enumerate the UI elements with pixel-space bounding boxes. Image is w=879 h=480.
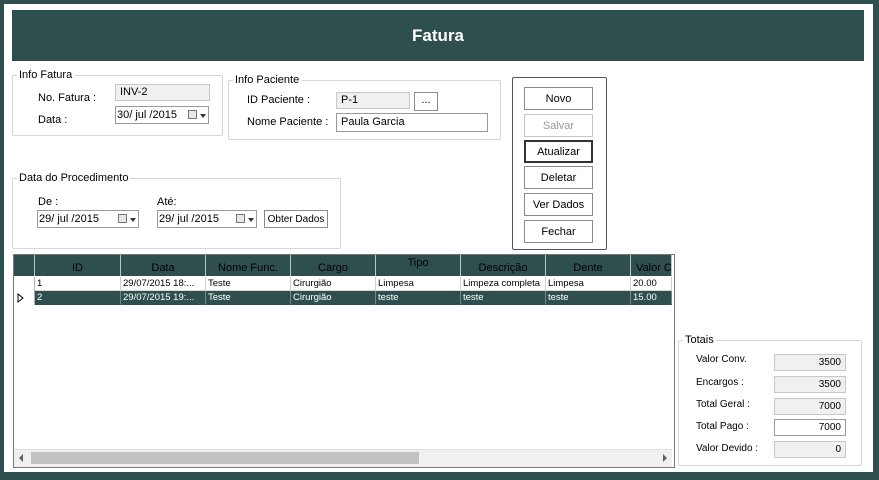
cell-valor: 20.00: [631, 277, 672, 291]
data-datepicker[interactable]: 30/ jul /2015: [115, 106, 209, 124]
row-header[interactable]: [14, 291, 35, 305]
nome-paciente-label: Nome Paciente :: [247, 116, 329, 128]
column-header[interactable]: Cargo: [291, 255, 376, 276]
cell-id: 2: [35, 291, 121, 305]
cell-id: 1: [35, 277, 121, 291]
table-row[interactable]: 1 29/07/2015 18:... Teste Cirurgião Limp…: [14, 277, 672, 291]
novo-button[interactable]: Novo: [524, 87, 593, 110]
column-header[interactable]: ID: [35, 255, 121, 276]
cell-tipo: Limpesa: [376, 277, 461, 291]
ate-value: 29/ jul /2015: [159, 213, 219, 225]
de-value: 29/ jul /2015: [39, 213, 99, 225]
cell-valor: 15.00: [631, 291, 672, 305]
deletar-button[interactable]: Deletar: [524, 166, 593, 189]
de-datepicker[interactable]: 29/ jul /2015: [37, 210, 139, 228]
id-paciente-field[interactable]: P-1: [336, 92, 410, 109]
cell-cargo: Cirurgião: [291, 291, 376, 305]
scroll-left-icon[interactable]: [19, 454, 23, 462]
ate-label: Até:: [157, 196, 177, 208]
cell-nome-func: Teste: [206, 277, 291, 291]
row-header[interactable]: [14, 277, 35, 291]
column-header[interactable]: Nome Func.: [206, 255, 291, 276]
cell-dente: Limpesa: [546, 277, 631, 291]
calendar-icon[interactable]: [188, 110, 197, 119]
column-header[interactable]: Valor C: [631, 255, 672, 276]
procedures-grid[interactable]: ID Data Nome Func. Cargo Tipo Descrição …: [13, 254, 675, 468]
valor-conv-label: Valor Conv.: [696, 354, 747, 365]
de-label: De :: [38, 196, 59, 208]
data-label: Data :: [38, 114, 68, 126]
total-geral-label: Total Geral :: [696, 399, 750, 410]
total-geral-field[interactable]: 7000: [774, 398, 846, 415]
procedimento-legend: Data do Procedimento: [19, 172, 129, 184]
fatura-window: Fatura Info Fatura No. Fatura : INV-2 Da…: [4, 4, 873, 472]
cell-data: 29/07/2015 18:...: [121, 277, 206, 291]
id-paciente-label: ID Paciente :: [247, 94, 310, 106]
calendar-icon[interactable]: [118, 214, 127, 223]
ver-dados-button[interactable]: Ver Dados: [524, 193, 593, 216]
title-banner: Fatura: [12, 10, 864, 61]
chevron-down-icon[interactable]: [130, 218, 136, 222]
data-value: 30/ jul /2015: [117, 109, 177, 121]
salvar-button[interactable]: Salvar: [524, 114, 593, 137]
column-header[interactable]: Dente: [546, 255, 631, 276]
fechar-button[interactable]: Fechar: [524, 220, 593, 243]
cell-dente: teste: [546, 291, 631, 305]
valor-conv-field[interactable]: 3500: [774, 354, 846, 371]
column-header[interactable]: Descrição: [461, 255, 546, 276]
scrollbar-thumb[interactable]: [31, 452, 419, 464]
encargos-field[interactable]: 3500: [774, 376, 846, 393]
cell-data: 29/07/2015 19:...: [121, 291, 206, 305]
valor-devido-field[interactable]: 0: [774, 441, 846, 458]
obter-dados-button[interactable]: Obter Dados: [264, 210, 328, 228]
total-pago-field[interactable]: 7000: [774, 419, 846, 436]
info-fatura-legend: Info Fatura: [19, 69, 73, 81]
atualizar-button[interactable]: Atualizar: [524, 140, 593, 163]
cell-descricao: teste: [461, 291, 546, 305]
cell-descricao: Limpeza completa: [461, 277, 546, 291]
cell-cargo: Cirurgião: [291, 277, 376, 291]
grid-corner: [14, 255, 35, 276]
chevron-down-icon[interactable]: [200, 114, 206, 118]
totais-legend: Totais: [685, 334, 714, 346]
chevron-down-icon[interactable]: [248, 218, 254, 222]
valor-devido-label: Valor Devido :: [696, 443, 759, 454]
ate-datepicker[interactable]: 29/ jul /2015: [157, 210, 257, 228]
table-row-selected[interactable]: 2 29/07/2015 19:... Teste Cirurgião test…: [14, 291, 672, 305]
browse-paciente-button[interactable]: ...: [414, 92, 438, 111]
cell-nome-func: Teste: [206, 291, 291, 305]
column-header[interactable]: Data: [121, 255, 206, 276]
nome-paciente-field[interactable]: Paula Garcia: [336, 113, 488, 132]
cell-tipo: teste: [376, 291, 461, 305]
current-row-icon: [17, 292, 24, 304]
no-fatura-field[interactable]: INV-2: [115, 84, 210, 101]
info-paciente-legend: Info Paciente: [235, 74, 300, 86]
encargos-label: Encargos :: [696, 377, 744, 388]
total-pago-label: Total Pago :: [696, 421, 749, 432]
calendar-icon[interactable]: [236, 214, 245, 223]
no-fatura-label: No. Fatura :: [38, 92, 97, 104]
grid-header: ID Data Nome Func. Cargo Tipo Descrição …: [14, 255, 672, 276]
scroll-right-icon[interactable]: [663, 454, 667, 462]
column-header[interactable]: Tipo: [376, 255, 461, 276]
page-title: Fatura: [412, 25, 464, 45]
horizontal-scrollbar[interactable]: [14, 449, 672, 467]
